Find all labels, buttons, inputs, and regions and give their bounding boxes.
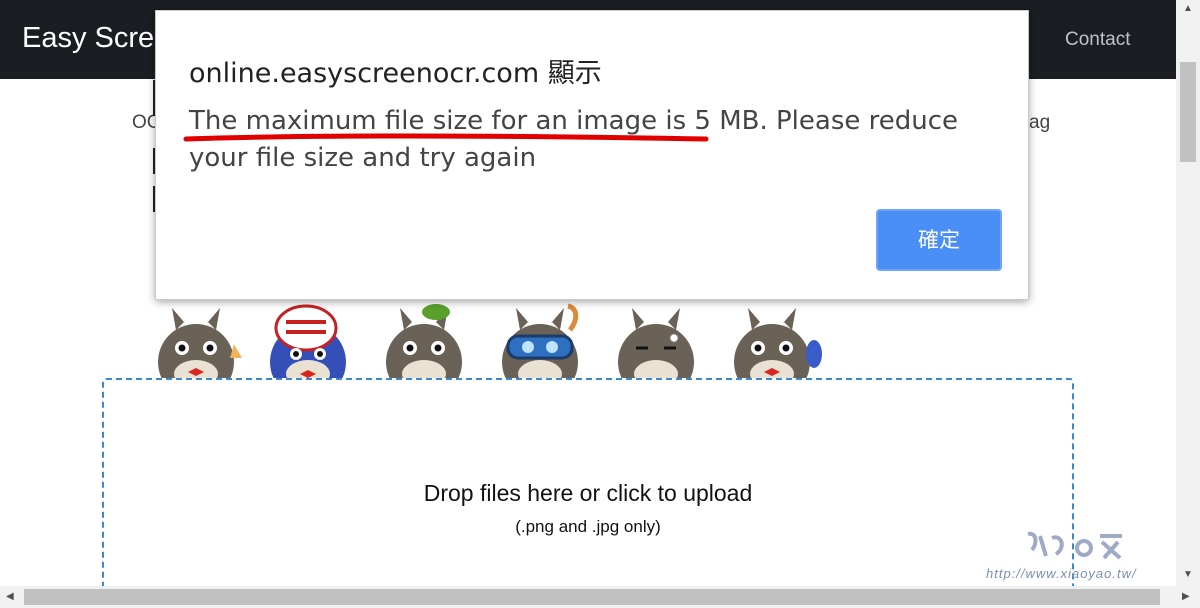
dropzone-instruction: Drop files here or click to upload — [423, 480, 753, 506]
upload-dropzone[interactable]: Drop files here or click to upload (.png… — [102, 378, 1074, 598]
dialog-message: The maximum file size for an image is 5 … — [189, 106, 959, 173]
dropzone-filetypes: (.png and .jpg only) — [515, 517, 661, 536]
arrow-down-icon[interactable]: ▼ — [1183, 570, 1193, 580]
totoro-sticker-icon — [618, 308, 694, 380]
nav-link-contact[interactable]: Contact — [1065, 29, 1130, 51]
brand-link[interactable]: Easy Scree — [22, 22, 170, 55]
arrow-up-icon[interactable]: ▲ — [1183, 4, 1193, 14]
totoro-sticker-icon — [386, 304, 462, 380]
vertical-scrollbar[interactable]: ▲ ▼ — [1176, 0, 1200, 586]
totoro-sticker-icon — [502, 303, 579, 380]
watermark-url: http://www.xiaoyao.tw/ — [986, 566, 1137, 581]
totoro-sticker-icon — [270, 304, 346, 380]
watermark-logo — [1027, 531, 1122, 560]
horizontal-scrollbar[interactable]: ◀ ▶ — [0, 586, 1200, 608]
horizontal-scroll-thumb[interactable] — [24, 589, 1160, 605]
ok-button[interactable]: 確定 — [876, 209, 1002, 271]
totoro-sticker-icon — [734, 308, 822, 380]
alert-dialog: online.easyscreenocr.com 顯示 The maximum … — [155, 10, 1029, 300]
vertical-scroll-thumb[interactable] — [1180, 62, 1196, 162]
dialog-title: online.easyscreenocr.com 顯示 — [189, 58, 602, 89]
totoro-sticker-icon — [158, 308, 242, 380]
page-text-fragment: ag — [1029, 112, 1051, 133]
arrow-right-icon[interactable]: ▶ — [1182, 592, 1190, 602]
totoro-banner — [146, 300, 846, 380]
arrow-left-icon[interactable]: ◀ — [6, 592, 14, 602]
